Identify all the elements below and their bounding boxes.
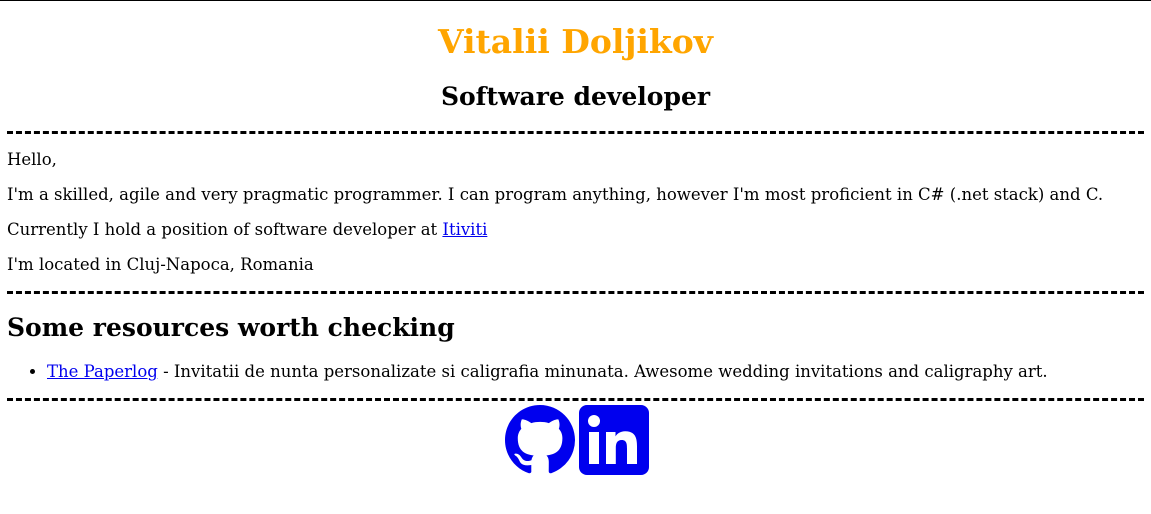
github-link[interactable] xyxy=(505,405,575,475)
paperlog-link[interactable]: The Paperlog xyxy=(47,362,158,381)
company-link[interactable]: Itiviti xyxy=(442,220,487,239)
resources-title: Some resources worth checking xyxy=(7,313,455,342)
page-title: Vitalii Doljikov xyxy=(438,22,713,61)
github-icon xyxy=(505,405,575,475)
greeting-text: Hello, xyxy=(7,150,57,169)
position-text: Currently I hold a position of software … xyxy=(7,219,487,241)
paperlog-description: - Invitatii de nunta personalizate si ca… xyxy=(157,362,1048,381)
social-links xyxy=(505,405,649,475)
skills-text: I'm a skilled, agile and very pragmatic … xyxy=(7,185,1104,204)
resources-list: The Paperlog - Invitatii de nunta person… xyxy=(7,361,1048,383)
linkedin-link[interactable] xyxy=(579,405,649,475)
linkedin-icon xyxy=(579,405,649,475)
page-subtitle: Software developer xyxy=(440,82,711,111)
position-prefix: Currently I hold a position of software … xyxy=(7,220,443,239)
divider xyxy=(7,131,1144,134)
divider xyxy=(7,398,1144,401)
list-item: The Paperlog - Invitatii de nunta person… xyxy=(47,361,1048,383)
divider xyxy=(7,291,1144,294)
location-text: I'm located in Cluj-Napoca, Romania xyxy=(7,255,314,274)
